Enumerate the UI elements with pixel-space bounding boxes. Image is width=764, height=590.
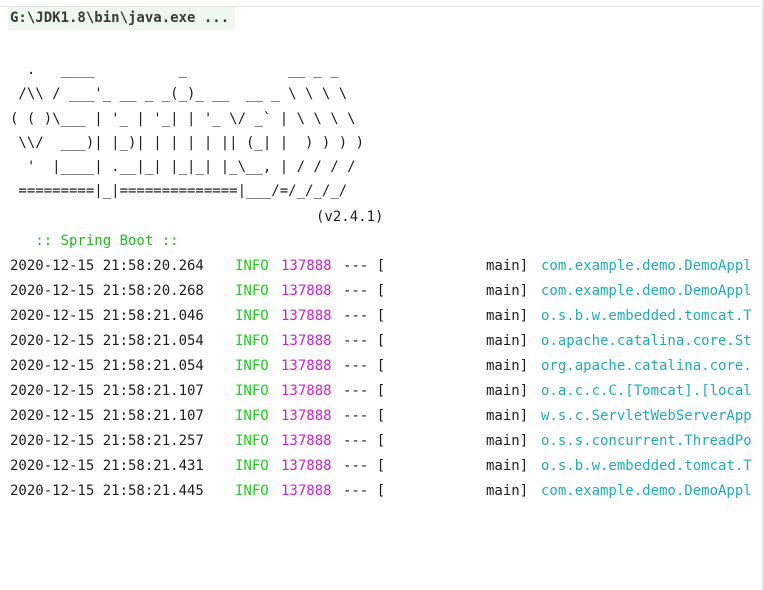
log-separator: --- [ xyxy=(343,333,386,349)
log-row: 2020-12-15 21:58:21.431 INFO 137888 --- [ ma… xyxy=(10,454,764,479)
spring-boot-label: :: Spring Boot :: xyxy=(26,233,179,249)
log-row: 2020-12-15 21:58:21.445 INFO 137888 --- [ ma… xyxy=(10,479,764,504)
log-row: 2020-12-15 21:58:21.054 INFO 137888 --- [ ma… xyxy=(10,354,764,379)
log-level: INFO xyxy=(235,308,269,324)
log-thread: main] xyxy=(486,308,529,324)
banner-line: \\/ ___)| |_)| | | | | || (_| | ) ) ) ) xyxy=(10,134,365,151)
log-level: INFO xyxy=(235,358,269,374)
log-timestamp: 2020-12-15 21:58:21.107 xyxy=(10,383,204,399)
log-logger: o.apache.catalina.core.St xyxy=(541,333,752,349)
spring-boot-version-line: :: Spring Boot :: (v2.4.1) xyxy=(10,205,383,249)
log-timestamp: 2020-12-15 21:58:21.445 xyxy=(10,483,204,499)
banner-line: . ____ _ __ _ _ xyxy=(10,62,339,78)
banner-line: ( ( )\___ | '_ | '_| | '_ \/ _` | \ \ \ … xyxy=(10,110,356,127)
banner-line: /\\ / ___'_ __ _ _(_)_ __ __ _ \ \ \ \ xyxy=(10,86,348,103)
log-timestamp: 2020-12-15 21:58:21.054 xyxy=(10,358,204,374)
log-separator: --- [ xyxy=(343,383,386,399)
log-separator: --- [ xyxy=(343,458,386,474)
log-level: INFO xyxy=(235,333,269,349)
log-thread: main] xyxy=(486,458,529,474)
log-row: 2020-12-15 21:58:21.054 INFO 137888 --- [ ma… xyxy=(10,329,764,354)
log-level: INFO xyxy=(235,408,269,424)
log-logger: o.s.s.concurrent.ThreadPo xyxy=(541,433,752,449)
log-thread: main] xyxy=(486,433,529,449)
log-thread: main] xyxy=(486,333,529,349)
log-timestamp: 2020-12-15 21:58:20.268 xyxy=(10,283,204,299)
banner-line: =========|_|==============|___/=/_/_/_/ xyxy=(10,183,348,200)
log-separator: --- [ xyxy=(343,258,386,274)
log-timestamp: 2020-12-15 21:58:20.264 xyxy=(10,258,204,274)
log-pid: 137888 xyxy=(281,383,332,399)
log-thread: main] xyxy=(486,258,529,274)
log-row: 2020-12-15 21:58:20.268 INFO 137888 --- [ ma… xyxy=(10,279,764,304)
banner-line: ' |____| .__|_| |_|_| |_\__, | / / / / xyxy=(10,159,356,176)
log-separator: --- [ xyxy=(343,408,386,424)
log-level: INFO xyxy=(235,458,269,474)
log-logger: com.example.demo.DemoAppl xyxy=(541,483,752,499)
log-pid: 137888 xyxy=(281,483,332,499)
log-row: 2020-12-15 21:58:21.107 INFO 137888 --- [ ma… xyxy=(10,379,764,404)
log-logger: com.example.demo.DemoAppl xyxy=(541,283,752,299)
log-thread: main] xyxy=(486,483,529,499)
log-pid: 137888 xyxy=(281,333,332,349)
log-logger: org.apache.catalina.core. xyxy=(541,358,752,374)
process-title: G:\JDK1.8\bin\java.exe ... xyxy=(8,7,236,30)
log-pid: 137888 xyxy=(281,458,332,474)
log-thread: main] xyxy=(486,383,529,399)
log-level: INFO xyxy=(235,258,269,274)
spring-boot-version: (v2.4.1) xyxy=(316,209,384,225)
log-timestamp: 2020-12-15 21:58:21.046 xyxy=(10,308,204,324)
log-row: 2020-12-15 21:58:21.107 INFO 137888 --- [ ma… xyxy=(10,404,764,429)
log-separator: --- [ xyxy=(343,483,386,499)
log-row: 2020-12-15 21:58:21.046 INFO 137888 --- [ ma… xyxy=(10,304,764,329)
log-level: INFO xyxy=(235,383,269,399)
log-level: INFO xyxy=(235,433,269,449)
log-pid: 137888 xyxy=(281,258,332,274)
log-logger: o.s.b.w.embedded.tomcat.T xyxy=(541,308,752,324)
log-logger: com.example.demo.DemoAppl xyxy=(541,258,752,274)
console-log: 2020-12-15 21:58:20.264 INFO 137888 --- [ ma… xyxy=(10,254,764,504)
log-timestamp: 2020-12-15 21:58:21.054 xyxy=(10,333,204,349)
log-thread: main] xyxy=(486,283,529,299)
log-logger: w.s.c.ServletWebServerApp xyxy=(541,408,752,424)
log-timestamp: 2020-12-15 21:58:21.257 xyxy=(10,433,204,449)
log-logger: o.a.c.c.C.[Tomcat].[local xyxy=(541,383,752,399)
log-pid: 137888 xyxy=(281,308,332,324)
log-logger: o.s.b.w.embedded.tomcat.T xyxy=(541,458,752,474)
log-timestamp: 2020-12-15 21:58:21.107 xyxy=(10,408,204,424)
log-separator: --- [ xyxy=(343,308,386,324)
spring-ascii-banner: . ____ _ __ _ _ /\\ / ___'_ __ _ _(_)_ _… xyxy=(10,58,364,204)
log-thread: main] xyxy=(486,408,529,424)
log-row: 2020-12-15 21:58:20.264 INFO 137888 --- [ ma… xyxy=(10,254,764,279)
log-pid: 137888 xyxy=(281,433,332,449)
log-separator: --- [ xyxy=(343,433,386,449)
log-separator: --- [ xyxy=(343,283,386,299)
log-thread: main] xyxy=(486,358,529,374)
log-timestamp: 2020-12-15 21:58:21.431 xyxy=(10,458,204,474)
log-level: INFO xyxy=(235,483,269,499)
log-pid: 137888 xyxy=(281,283,332,299)
log-pid: 137888 xyxy=(281,408,332,424)
log-level: INFO xyxy=(235,283,269,299)
log-row: 2020-12-15 21:58:21.257 INFO 137888 --- [ ma… xyxy=(10,429,764,454)
log-pid: 137888 xyxy=(281,358,332,374)
log-separator: --- [ xyxy=(343,358,386,374)
